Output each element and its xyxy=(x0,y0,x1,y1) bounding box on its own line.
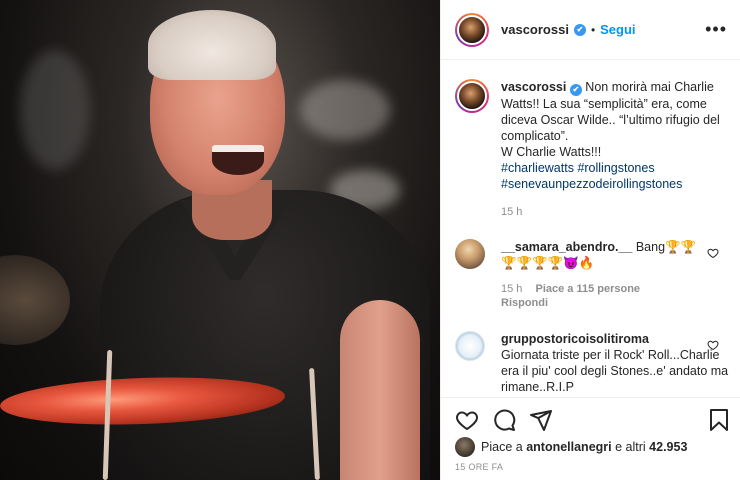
caption-line2: W Charlie Watts!!! xyxy=(501,145,602,159)
author-avatar[interactable] xyxy=(455,12,489,47)
comment-username[interactable]: __samara_abendro.__ xyxy=(501,240,632,254)
post-side-panel: vascorossi ✔ • Segui ••• vascorossi ✔ No… xyxy=(440,0,740,480)
caption-time[interactable]: 15 h xyxy=(501,206,731,218)
author-username[interactable]: vascorossi xyxy=(501,22,569,37)
share-icon[interactable] xyxy=(529,408,553,432)
liker-username[interactable]: antonellanegri xyxy=(526,440,611,454)
comment-text: gruppostoricoisolitiroma Giornata triste… xyxy=(501,331,731,395)
comment-time[interactable]: 15 h xyxy=(501,283,522,295)
comment-username[interactable]: gruppostoricoisolitiroma xyxy=(501,332,649,346)
comment-item: gruppostoricoisolitiroma Giornata triste… xyxy=(455,331,731,395)
comment-text: __samara_abendro.__ Bang🏆🏆 🏆🏆🏆🏆😈🔥 xyxy=(501,239,731,271)
reply-button[interactable]: Rispondi xyxy=(501,297,731,309)
comment-heart-icon[interactable] xyxy=(707,339,719,354)
comment-item: __samara_abendro.__ Bang🏆🏆 🏆🏆🏆🏆😈🔥 15 h P… xyxy=(455,239,731,309)
comment-meta: 15 h Piace a 115 persone xyxy=(501,283,731,295)
comment-icon[interactable] xyxy=(492,408,516,432)
comment-body: Bang🏆🏆 xyxy=(635,240,697,254)
caption-username[interactable]: vascorossi xyxy=(501,80,566,94)
bookmark-icon[interactable] xyxy=(707,408,731,432)
heart-icon[interactable] xyxy=(455,408,479,432)
arm-shape xyxy=(340,300,420,480)
hashtag-link[interactable]: #charliewatts xyxy=(501,161,574,175)
hashtag-link[interactable]: #senevaunpezzodeirollingstones xyxy=(501,177,682,191)
separator-dot: • xyxy=(590,22,596,37)
caption-text: vascorossi ✔ Non morirà mai Charlie Watt… xyxy=(501,79,731,192)
comment-heart-icon[interactable] xyxy=(707,247,719,262)
likes-count[interactable]: 42.953 xyxy=(649,440,687,454)
post-caption: vascorossi ✔ Non morirà mai Charlie Watt… xyxy=(455,79,731,218)
comment-body: Giornata triste per il Rock' Roll...Char… xyxy=(501,348,729,394)
comments-scroll-area[interactable]: vascorossi ✔ Non morirà mai Charlie Watt… xyxy=(441,61,740,397)
likes-suffix: e altri xyxy=(615,440,646,454)
likes-prefix: Piace a xyxy=(481,440,523,454)
drum-shape xyxy=(0,255,70,345)
hair-shape xyxy=(148,10,276,80)
action-icons xyxy=(455,408,731,432)
follow-button[interactable]: Segui xyxy=(600,22,635,37)
more-icon[interactable]: ••• xyxy=(705,20,727,38)
post-time[interactable]: 15 ORE FA xyxy=(455,462,503,472)
verified-badge-icon: ✔ xyxy=(573,23,586,36)
caption-avatar[interactable] xyxy=(455,79,489,113)
comment-avatar[interactable] xyxy=(455,239,485,269)
likes-summary: Piace a antonellanegri e altri 42.953 xyxy=(455,437,687,457)
comment-body-2: 🏆🏆🏆🏆😈🔥 xyxy=(501,256,595,270)
caption-verified-badge-icon: ✔ xyxy=(569,84,582,96)
comment-likes[interactable]: Piace a 115 persone xyxy=(535,283,640,295)
post-photo[interactable] xyxy=(0,0,440,480)
bg-light-1 xyxy=(300,80,390,140)
comment-avatar[interactable] xyxy=(455,331,485,361)
hashtag-link[interactable]: #rollingstones xyxy=(577,161,654,175)
liker-avatar[interactable] xyxy=(455,437,475,457)
post-header: vascorossi ✔ • Segui ••• xyxy=(441,0,740,60)
smile-shape xyxy=(212,145,264,175)
post-actions: Piace a antonellanegri e altri 42.953 15… xyxy=(441,397,740,480)
bg-light-2 xyxy=(20,50,90,170)
instagram-post-window: vascorossi ✔ • Segui ••• vascorossi ✔ No… xyxy=(0,0,740,480)
